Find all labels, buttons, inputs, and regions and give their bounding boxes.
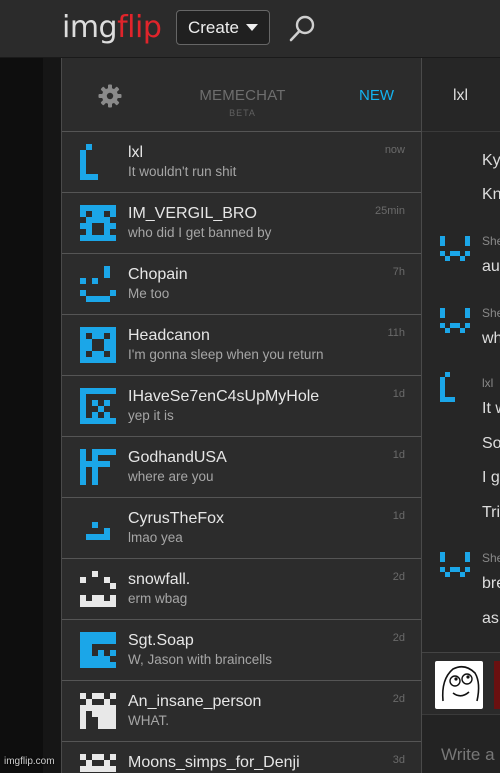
user-avatar-icon: [80, 266, 116, 302]
logo-text-flip: flip: [117, 10, 162, 45]
chat-username: GodhandUSA: [128, 449, 227, 466]
chat-timestamp: 2d: [392, 632, 405, 644]
message-sender: She: [482, 551, 500, 565]
message-input[interactable]: Write a: [422, 714, 500, 773]
chat-row[interactable]: Headcanon I'm gonna sleep when you retur…: [62, 315, 421, 376]
chat-username: Chopain: [128, 266, 188, 283]
chat-username: lxl: [128, 144, 144, 161]
user-avatar-icon: [80, 632, 116, 668]
user-avatar-icon: [80, 388, 116, 424]
message-text: wh: [482, 330, 500, 347]
message-input-placeholder: Write a: [441, 745, 495, 764]
imgflip-watermark: imgflip.com: [4, 756, 55, 767]
chat-timestamp: 1d: [392, 388, 405, 400]
user-avatar-icon: [80, 693, 116, 729]
message-text: It w: [482, 400, 500, 417]
chat-last-message: erm wbag: [128, 591, 188, 606]
chat-row[interactable]: Chopain Me too 7h: [62, 254, 421, 315]
user-avatar-icon: [80, 449, 116, 485]
chat-row[interactable]: snowfall. erm wbag 2d: [62, 559, 421, 620]
chat-timestamp: 3d: [392, 754, 405, 766]
imgflip-logo[interactable]: imgflip: [62, 10, 162, 45]
chat-username: Sgt.Soap: [128, 632, 194, 649]
create-button[interactable]: Create: [176, 10, 270, 45]
chat-timestamp: 1d: [392, 510, 405, 522]
new-chat-button[interactable]: NEW: [359, 87, 394, 104]
user-avatar-icon: [440, 308, 470, 338]
chat-last-message: It wouldn't run shit: [128, 164, 237, 179]
user-avatar-icon: [80, 205, 116, 241]
chat-last-message: W, Jason with braincells: [128, 652, 273, 667]
message-text: au: [482, 258, 500, 275]
chat-timestamp: 11h: [387, 327, 405, 339]
message-sender: She: [482, 234, 500, 248]
chat-last-message: where are you: [128, 469, 214, 484]
chat-last-message: I'm gonna sleep when you return: [128, 347, 324, 362]
chat-timestamp: 25min: [375, 205, 405, 217]
user-avatar-icon: [80, 144, 116, 180]
user-avatar-icon: [80, 510, 116, 546]
chat-last-message: yep it is: [128, 408, 174, 423]
chat-timestamp: 1d: [392, 449, 405, 461]
message-text: So: [482, 435, 500, 452]
memechat-panel: MEMECHAT BETA NEW lxl It wouldn't run sh…: [61, 58, 422, 773]
chat-row[interactable]: Moons_simps_for_Denji 3d: [62, 742, 421, 773]
user-avatar-icon: [80, 327, 116, 363]
conversation-header: lxl: [422, 58, 500, 132]
message-text: as: [482, 610, 499, 627]
message-sender: She: [482, 306, 500, 320]
chat-timestamp: now: [384, 144, 405, 156]
meme-face-thumbnail[interactable]: [494, 661, 500, 709]
meme-face-picker: [422, 652, 500, 714]
chat-row[interactable]: An_insane_person WHAT. 2d: [62, 681, 421, 742]
user-avatar-icon: [80, 571, 116, 607]
rage-face-icon[interactable]: [435, 661, 483, 709]
chat-last-message: Me too: [128, 286, 170, 301]
chat-timestamp: 2d: [392, 571, 405, 583]
conversation-panel: lxl Ky Kn She au She wh lxl It w So I g …: [422, 58, 500, 773]
message-sender: lxl: [482, 376, 494, 390]
user-avatar-icon: [80, 754, 116, 773]
user-avatar-icon: [440, 552, 470, 582]
chat-row[interactable]: CyrusTheFox lmao yea 1d: [62, 498, 421, 559]
memechat-header: MEMECHAT BETA NEW: [62, 58, 421, 132]
search-icon[interactable]: [286, 13, 318, 45]
chat-username: snowfall.: [128, 571, 191, 588]
user-avatar-icon: [440, 236, 470, 266]
chevron-down-icon: [246, 24, 259, 31]
chat-username: IM_VERGIL_BRO: [128, 205, 257, 222]
chat-username: An_insane_person: [128, 693, 262, 710]
message-text: Kn: [482, 186, 500, 203]
chat-row[interactable]: Sgt.Soap W, Jason with braincells 2d: [62, 620, 421, 681]
chat-row[interactable]: IM_VERGIL_BRO who did I get banned by 25…: [62, 193, 421, 254]
chat-row[interactable]: GodhandUSA where are you 1d: [62, 437, 421, 498]
chat-username: Headcanon: [128, 327, 210, 344]
user-avatar-icon: [440, 372, 470, 402]
chat-timestamp: 7h: [392, 266, 405, 278]
message-text: Ky: [482, 152, 500, 169]
chat-username: IHaveSe7enC4sUpMyHole: [128, 388, 320, 405]
message-text: bre: [482, 575, 500, 592]
chat-username: Moons_simps_for_Denji: [128, 754, 300, 771]
top-navbar: imgflip Create: [0, 0, 500, 58]
page-background-strip: [43, 58, 61, 773]
create-label: Create: [187, 17, 240, 37]
chat-last-message: WHAT.: [128, 713, 169, 728]
beta-label: BETA: [229, 108, 256, 118]
logo-text-img: img: [62, 10, 118, 45]
chat-timestamp: 2d: [392, 693, 405, 705]
chat-last-message: who did I get banned by: [128, 225, 272, 240]
message-text: I g: [482, 469, 500, 486]
chat-username: CyrusTheFox: [128, 510, 225, 527]
chat-row[interactable]: IHaveSe7enC4sUpMyHole yep it is 1d: [62, 376, 421, 437]
conversation-title: lxl: [453, 87, 469, 104]
chat-last-message: lmao yea: [128, 530, 183, 545]
message-text: Tri: [482, 504, 500, 521]
chat-row[interactable]: lxl It wouldn't run shit now: [62, 132, 421, 193]
